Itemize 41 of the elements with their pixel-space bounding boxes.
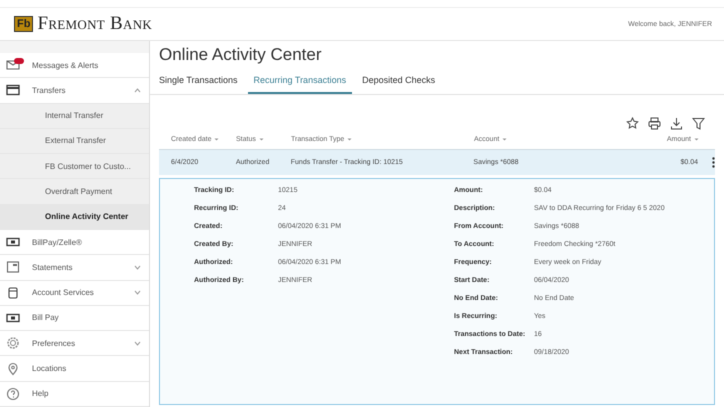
more-options-icon[interactable]: [712, 157, 715, 168]
sidebar-subitem[interactable]: Online Activity Center: [0, 204, 149, 230]
sidebar-subitem[interactable]: External Transfer: [0, 128, 149, 154]
sort-caret-icon: [502, 138, 508, 140]
card-icon: [6, 83, 20, 98]
location-pin-icon: [6, 362, 20, 376]
tab[interactable]: Deposited Checks: [356, 68, 442, 94]
sidebar-subitem[interactable]: Internal Transfer: [0, 104, 149, 129]
filter-icon[interactable]: [692, 117, 705, 130]
print-icon[interactable]: [648, 117, 661, 130]
statement-icon: [6, 260, 20, 274]
sidebar-subitem[interactable]: Overdraft Payment: [0, 179, 149, 205]
bank-logo-text: Fremont Bank: [37, 13, 152, 35]
sort-caret-icon: [258, 138, 264, 140]
sort-caret-icon: [694, 138, 699, 140]
page-title: Online Activity Center: [159, 44, 323, 66]
logo-mark: Fb: [14, 16, 34, 32]
sidebar-subitem[interactable]: FB Customer to Custo...: [0, 154, 149, 180]
sidebar-item[interactable]: Preferences: [0, 331, 149, 356]
sidebar-item[interactable]: Transfers: [0, 78, 149, 104]
chevron-down-icon: [134, 264, 141, 270]
chevron-down-icon: [134, 290, 141, 296]
download-icon[interactable]: [670, 117, 683, 130]
sidebar-item[interactable]: BillPay/Zelle®: [0, 230, 149, 256]
jar-icon: [6, 286, 20, 300]
sort-caret-icon: [214, 138, 220, 140]
envelope-icon: [6, 58, 20, 72]
sidebar-item[interactable]: Help: [0, 382, 149, 407]
sidebar-item[interactable]: Messages & Alerts: [0, 53, 149, 78]
chevron-up-icon: [134, 88, 141, 93]
sidebar-item[interactable]: Account Services: [0, 280, 149, 306]
help-icon: [6, 386, 20, 401]
star-icon[interactable]: [626, 117, 639, 130]
tab[interactable]: Single Transactions: [159, 68, 244, 94]
sidebar-item[interactable]: Statements: [0, 255, 149, 281]
sidebar-item[interactable]: Bill Pay: [0, 306, 149, 332]
gear-icon: [6, 336, 20, 350]
sidebar-item[interactable]: Locations: [0, 356, 149, 382]
tab[interactable]: Recurring Transactions: [248, 68, 352, 94]
sort-caret-icon: [347, 138, 352, 140]
chevron-down-icon: [134, 340, 141, 346]
